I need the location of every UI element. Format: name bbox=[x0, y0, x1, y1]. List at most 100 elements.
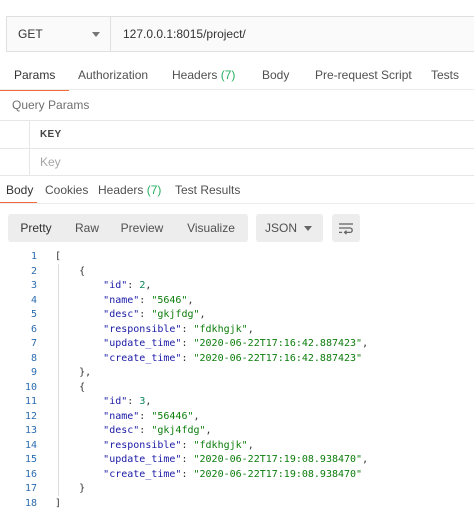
code-text: "name": "56446", bbox=[55, 410, 200, 425]
code-line: 2 { bbox=[0, 265, 474, 280]
json-comma: , bbox=[145, 396, 152, 407]
code-text: } bbox=[55, 482, 85, 497]
code-text: [ bbox=[55, 250, 61, 265]
json-colon: : bbox=[139, 294, 152, 306]
json-value: "fdkhgjk" bbox=[193, 323, 248, 335]
headers-count: (7) bbox=[220, 68, 236, 82]
response-tabs: Body Cookies Headers (7) Test Results bbox=[0, 180, 474, 204]
line-number: 13 bbox=[24, 425, 37, 436]
tab-authorization[interactable]: Authorization bbox=[76, 62, 150, 90]
line-number: 14 bbox=[24, 439, 37, 451]
code-text: "id": 2, bbox=[55, 279, 151, 294]
json-comma: , bbox=[247, 323, 254, 335]
line-number: 7 bbox=[30, 338, 37, 349]
tab-tests[interactable]: Tests bbox=[429, 62, 461, 90]
json-value: "gkjfdg" bbox=[151, 309, 200, 320]
json-key: "update_time" bbox=[103, 454, 182, 465]
divider bbox=[0, 89, 474, 90]
format-select[interactable]: JSON bbox=[256, 214, 323, 242]
key-input[interactable]: Key bbox=[40, 149, 61, 175]
line-number: 16 bbox=[24, 468, 37, 480]
json-colon: : bbox=[127, 396, 140, 407]
params-header-row: KEY bbox=[0, 120, 474, 148]
row-checkbox-cell[interactable] bbox=[0, 149, 30, 175]
visualize-button[interactable]: Visualize bbox=[174, 214, 248, 242]
wrap-lines-button[interactable] bbox=[332, 214, 360, 242]
json-brace: } bbox=[55, 483, 86, 494]
code-line: 12 "name": "56446", bbox=[0, 410, 474, 425]
json-key: "update_time" bbox=[103, 338, 182, 349]
json-key: "desc" bbox=[103, 425, 140, 436]
json-colon: : bbox=[181, 439, 194, 451]
json-brace: { bbox=[55, 265, 86, 277]
tab-cookies[interactable]: Cookies bbox=[45, 180, 88, 202]
query-params-title: Query Params bbox=[12, 98, 90, 112]
code-line: 15 "update_time": "2020-06-22T17:19:08.9… bbox=[0, 453, 474, 468]
view-mode-group: Pretty Raw Preview Visualize bbox=[8, 214, 248, 242]
line-number: 1 bbox=[30, 251, 37, 262]
json-value: "5646" bbox=[151, 294, 188, 306]
code-line: 17 } bbox=[0, 482, 474, 497]
code-text: "desc": "gkj4fdg", bbox=[55, 424, 212, 439]
tab-headers[interactable]: Headers (7) bbox=[170, 62, 237, 90]
json-key: "responsible" bbox=[103, 439, 182, 451]
code-line: 13 "desc": "gkj4fdg", bbox=[0, 424, 474, 439]
json-key: "id" bbox=[103, 396, 128, 407]
url-input[interactable]: 127.0.0.1:8015/project/ bbox=[111, 17, 474, 51]
code-text: "update_time": "2020-06-22T17:16:42.8874… bbox=[55, 337, 368, 352]
code-line: 1[ bbox=[0, 250, 474, 265]
params-table: KEY Key bbox=[0, 120, 474, 176]
json-comma: , bbox=[362, 454, 369, 465]
line-number: 12 bbox=[24, 410, 37, 422]
raw-button[interactable]: Raw bbox=[64, 214, 110, 242]
json-comma: , bbox=[205, 425, 212, 436]
json-key: "responsible" bbox=[103, 323, 182, 335]
tab-response-body[interactable]: Body bbox=[0, 180, 38, 204]
json-colon: : bbox=[181, 323, 194, 335]
code-line: 6 "responsible": "fdkhgjk", bbox=[0, 323, 474, 338]
code-line: 4 "name": "5646", bbox=[0, 294, 474, 309]
json-colon: : bbox=[181, 338, 194, 349]
json-comma: , bbox=[199, 309, 206, 320]
preview-button[interactable]: Preview bbox=[110, 214, 174, 242]
tab-response-headers[interactable]: Headers (7) bbox=[98, 180, 161, 202]
tab-params[interactable]: Params bbox=[0, 62, 70, 91]
method-select[interactable]: GET bbox=[7, 17, 111, 51]
request-tabs: Params Authorization Headers (7) Body Pr… bbox=[0, 62, 474, 91]
code-line: 7 "update_time": "2020-06-22T17:16:42.88… bbox=[0, 337, 474, 352]
json-comma: , bbox=[193, 410, 200, 422]
tab-test-results[interactable]: Test Results bbox=[175, 180, 240, 202]
json-brace: { bbox=[55, 381, 86, 393]
response-code-viewer[interactable]: 1[2 {3 "id": 2, 4 "name": "5646", 5 "desc"… bbox=[0, 250, 474, 511]
json-value: "fdkhgjk" bbox=[193, 439, 248, 451]
json-key: "create_time" bbox=[103, 352, 182, 364]
code-text: "name": "5646", bbox=[55, 294, 193, 309]
code-line: 3 "id": 2, bbox=[0, 279, 474, 294]
code-line: 9 }, bbox=[0, 366, 474, 381]
indent-guide bbox=[58, 264, 59, 496]
code-line: 18] bbox=[0, 497, 474, 512]
request-bar: GET 127.0.0.1:8015/project/ bbox=[6, 16, 474, 52]
line-number: 15 bbox=[24, 454, 37, 465]
checkbox-column bbox=[0, 121, 30, 148]
tab-body[interactable]: Body bbox=[260, 62, 291, 90]
code-line: 16 "create_time": "2020-06-22T17:19:08.9… bbox=[0, 468, 474, 483]
json-colon: : bbox=[181, 352, 194, 364]
pretty-button[interactable]: Pretty bbox=[8, 214, 64, 242]
json-comma: , bbox=[362, 338, 369, 349]
code-text: "create_time": "2020-06-22T17:16:42.8874… bbox=[55, 352, 362, 367]
tab-pre-request-script[interactable]: Pre-request Script bbox=[313, 62, 414, 90]
json-bracket: ] bbox=[55, 497, 62, 509]
json-key: "name" bbox=[103, 410, 140, 422]
code-line: 10 { bbox=[0, 381, 474, 396]
code-text: "responsible": "fdkhgjk", bbox=[55, 439, 254, 454]
code-text: { bbox=[55, 381, 85, 396]
